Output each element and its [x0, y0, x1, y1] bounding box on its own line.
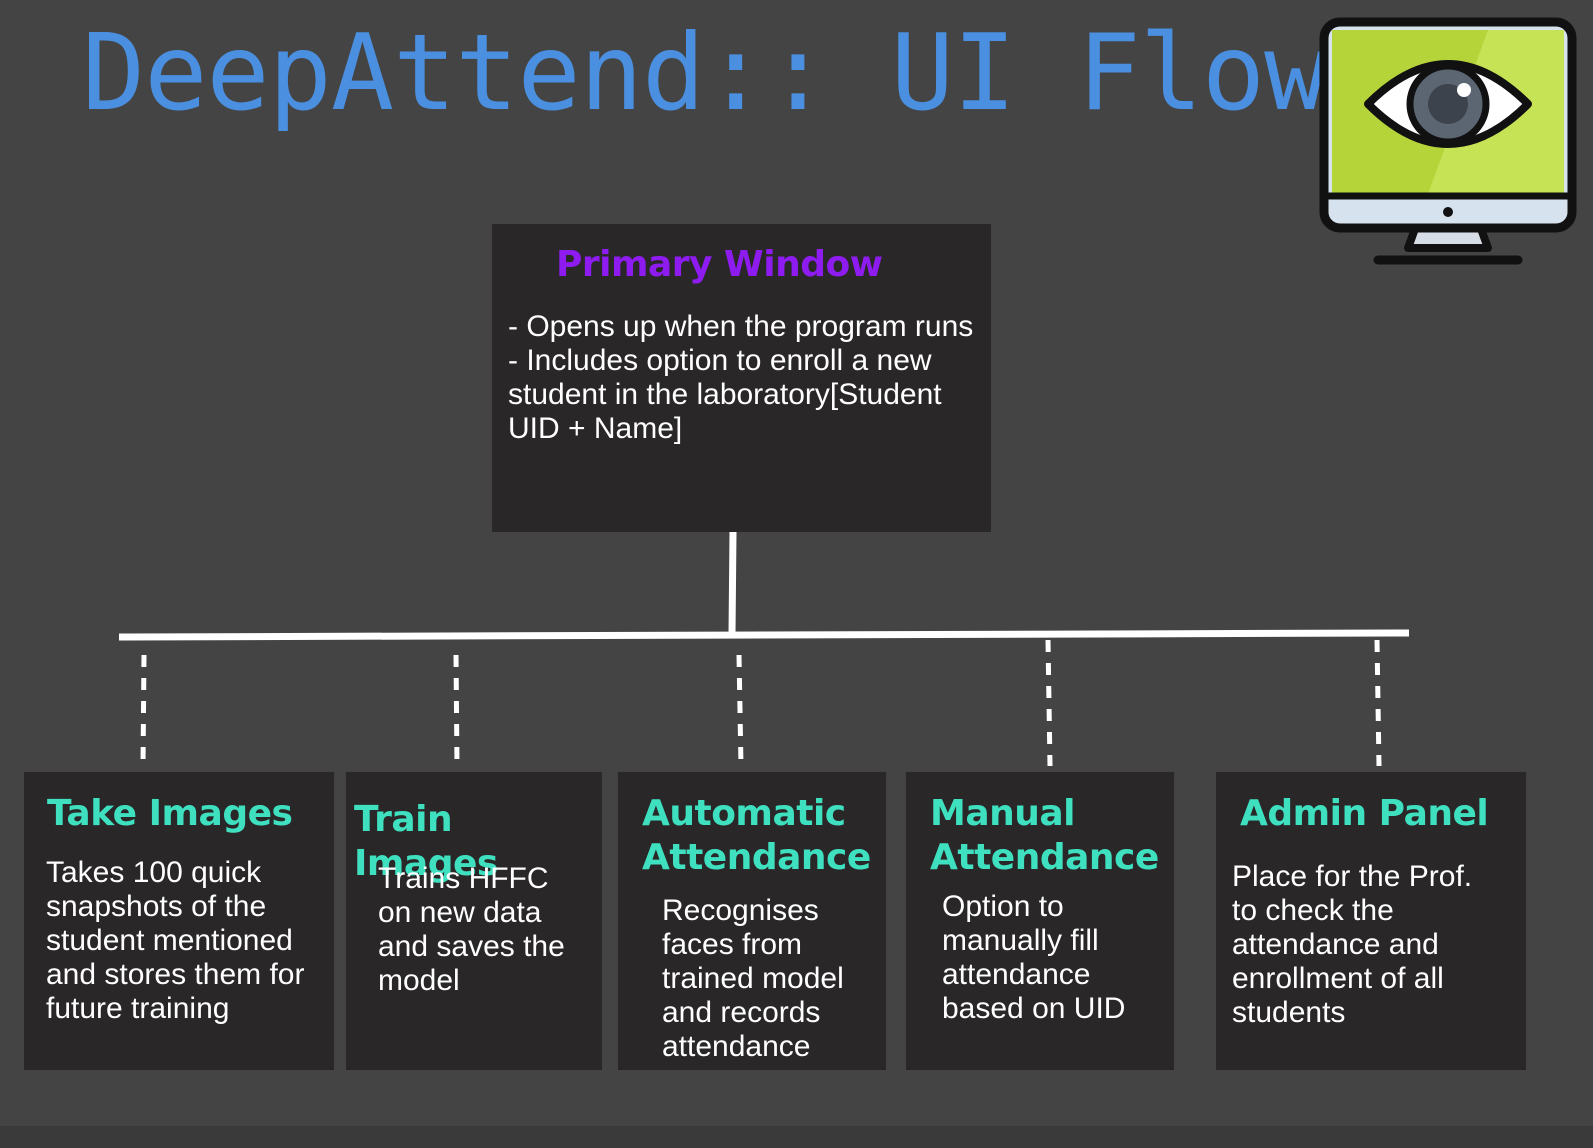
page-title: DeepAttend:: UI Flow: [82, 12, 1327, 134]
automatic-attendance-title: Automatic Attendance: [642, 793, 871, 878]
primary-window-box: Primary Window - Opens up when the progr…: [492, 224, 991, 532]
take-images-box: Take Images Takes 100 quick snapshots of…: [24, 772, 334, 1070]
manual-attendance-box: Manual Attendance Option to manually fil…: [906, 772, 1174, 1070]
admin-panel-description: Place for the Prof. to check the attenda…: [1232, 860, 1473, 1029]
dashed-connector: [1374, 639, 1382, 767]
take-images-title: Take Images: [47, 793, 293, 834]
admin-panel-title: Admin Panel: [1240, 793, 1489, 834]
automatic-attendance-description: Recognises faces from trained model and …: [662, 894, 844, 1063]
primary-window-line: - Opens up when the program runs: [508, 310, 974, 343]
primary-window-title: Primary Window: [556, 244, 883, 285]
take-images-description: Takes 100 quick snapshots of the student…: [46, 856, 305, 1025]
primary-window-line: - Includes option to enroll a new studen…: [508, 344, 942, 445]
dashed-connector: [1045, 639, 1053, 767]
trunk-connector: [728, 531, 737, 635]
dashed-connector: [736, 654, 744, 767]
train-images-box: Train Images Trains HFFC on new data and…: [346, 772, 602, 1070]
train-images-description: Trains HFFC on new data and saves the mo…: [378, 862, 565, 997]
monitor-eye-icon: [1319, 17, 1577, 265]
admin-panel-box: Admin Panel Place for the Prof. to check…: [1216, 772, 1526, 1070]
dashed-connector: [453, 654, 460, 767]
dashed-connector: [140, 654, 147, 767]
manual-attendance-title: Manual Attendance: [930, 793, 1159, 878]
automatic-attendance-box: Automatic Attendance Recognises faces fr…: [618, 772, 886, 1070]
horizontal-connector: [118, 629, 1410, 641]
manual-attendance-description: Option to manually fill attendance based…: [942, 890, 1126, 1025]
bottom-band: [0, 1126, 1593, 1148]
primary-window-description: - Opens up when the program runs - Inclu…: [508, 310, 988, 446]
